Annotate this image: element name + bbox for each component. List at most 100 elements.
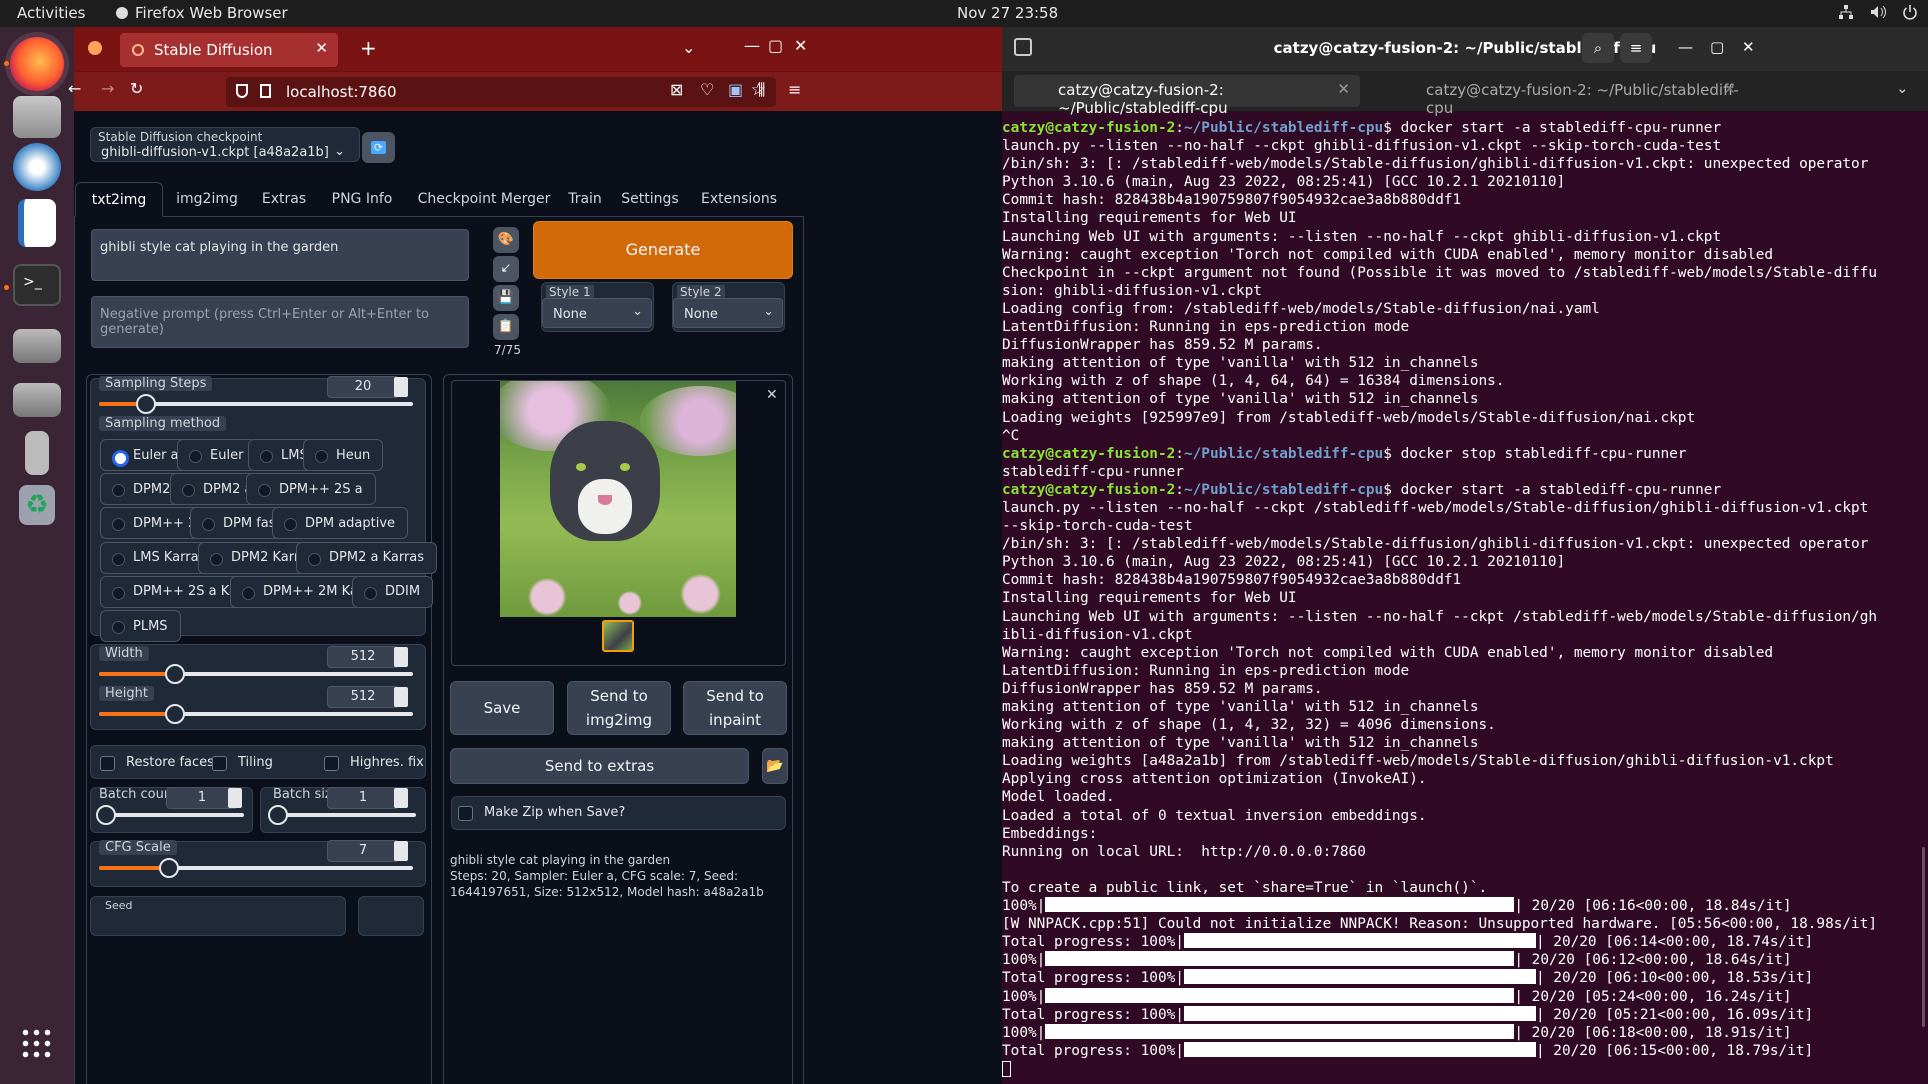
sampling-steps-spinner[interactable] <box>394 377 408 397</box>
cfg-slider[interactable] <box>99 858 413 878</box>
url-bar[interactable]: localhost:7860 ☆ <box>226 77 776 107</box>
maximize-button[interactable]: ▢ <box>1710 38 1724 56</box>
close-window-button[interactable]: ✕ <box>794 36 807 55</box>
height-input[interactable]: 512 <box>327 686 399 708</box>
sampling-steps-slider[interactable] <box>99 394 413 414</box>
save-style-button[interactable]: 💾 <box>493 285 519 311</box>
tabs-menu-chevron-icon[interactable]: ⌄ <box>1896 79 1909 97</box>
trash-icon[interactable]: ♻ <box>19 485 55 525</box>
writer-icon[interactable] <box>18 199 56 247</box>
sampler-radio-heun[interactable]: Heun <box>303 439 384 471</box>
extension-icon[interactable]: ⊠ <box>670 80 683 99</box>
apply-style-button[interactable]: 📋 <box>493 314 519 340</box>
style2-select[interactable]: None ⌄ <box>673 298 783 328</box>
hamburger-menu-icon[interactable]: ≡ <box>1620 33 1652 63</box>
sampler-radio-dpm-adaptive[interactable]: DPM adaptive <box>272 507 409 540</box>
forward-arrow-icon[interactable]: → <box>101 79 114 98</box>
close-window-button[interactable]: ✕ <box>1742 38 1755 56</box>
width-input[interactable]: 512 <box>327 646 399 668</box>
make-zip-checkbox[interactable]: Make Zip when Save? <box>454 805 625 821</box>
terminal-output[interactable]: catzy@catzy-fusion-2:~/Public/stablediff… <box>1002 111 1928 1084</box>
send-to-extras-button[interactable]: Send to extras <box>450 748 749 784</box>
bitwarden-icon[interactable]: ▣ <box>728 80 743 99</box>
tiling-checkbox[interactable]: Tiling <box>208 755 273 771</box>
slider-knob[interactable] <box>159 858 179 878</box>
files-icon[interactable] <box>13 96 61 138</box>
menu-icon[interactable]: ≡ <box>788 80 801 99</box>
reload-icon[interactable]: ↻ <box>130 79 143 98</box>
negative-prompt-textarea[interactable]: Negative prompt (press Ctrl+Enter or Alt… <box>91 296 469 348</box>
send-to-img2img-button[interactable]: Send to img2img <box>567 681 671 735</box>
tab-settings[interactable]: Settings <box>610 182 690 217</box>
close-tab-icon[interactable]: ✕ <box>1337 80 1350 98</box>
batch-size-input[interactable]: 1 <box>327 787 399 809</box>
prompt-textarea[interactable]: ghibli style cat playing in the garden <box>91 229 469 281</box>
apps-grid-icon[interactable] <box>20 1027 54 1061</box>
cfg-input[interactable]: 7 <box>327 840 399 862</box>
search-icon[interactable]: ⌕ <box>1582 33 1614 63</box>
library-icon[interactable]: ⫼ <box>758 80 765 100</box>
restore-faces-checkbox[interactable]: Restore faces <box>96 755 214 771</box>
slider-knob[interactable] <box>96 805 116 825</box>
send-to-inpaint-button[interactable]: Send to inpaint <box>683 681 787 735</box>
slider-knob[interactable] <box>165 664 185 684</box>
clock[interactable]: Nov 27 23:58 <box>957 4 1058 22</box>
back-arrow-icon[interactable]: ← <box>68 79 92 98</box>
drive-icon[interactable] <box>13 329 61 363</box>
cfg-spinner[interactable] <box>394 841 408 861</box>
highres-fix-checkbox[interactable]: Highres. fix <box>320 755 424 771</box>
krita-icon[interactable] <box>13 143 61 191</box>
save-button[interactable]: Save <box>450 681 554 735</box>
terminal-tab-1[interactable]: catzy@catzy-fusion-2: ~/Public/stabledif… <box>1014 75 1360 117</box>
tab-extensions[interactable]: Extensions <box>690 182 788 217</box>
batch-count-slider[interactable] <box>96 805 244 825</box>
generated-image[interactable] <box>500 381 736 617</box>
terminal-scrollbar[interactable] <box>1922 847 1925 1027</box>
slider-knob[interactable] <box>136 394 156 414</box>
minimize-button[interactable]: — <box>1678 38 1693 56</box>
width-spinner[interactable] <box>394 647 408 667</box>
clear-prompt-button[interactable]: ↙ <box>493 256 519 282</box>
terminal-tab-2[interactable]: catzy@catzy-fusion-2: ~/Public/stabledif… <box>1400 75 1746 117</box>
usb-icon[interactable] <box>25 431 49 475</box>
firefox-view-icon[interactable] <box>88 41 102 55</box>
generate-button[interactable]: Generate <box>533 221 793 279</box>
height-spinner[interactable] <box>394 687 408 707</box>
tab-txt2img[interactable]: txt2img <box>75 182 163 217</box>
minimize-button[interactable]: — <box>744 36 760 55</box>
tab-extras[interactable]: Extras <box>252 182 316 217</box>
tab-stable-diffusion[interactable]: Stable Diffusion ✕ <box>120 33 338 67</box>
maximize-button[interactable]: ▢ <box>768 36 783 55</box>
close-tab-icon[interactable]: ✕ <box>315 39 328 57</box>
batch-size-slider[interactable] <box>268 805 416 825</box>
gallery-thumbnail[interactable] <box>602 620 634 652</box>
slider-knob[interactable] <box>268 805 288 825</box>
close-icon[interactable]: ✕ <box>766 387 778 403</box>
open-folder-button[interactable]: 📂 <box>762 748 788 784</box>
sampler-radio-dpm2-a-karras[interactable]: DPM2 a Karras <box>296 541 438 574</box>
sampler-radio-euler[interactable]: Euler <box>177 439 257 471</box>
sampler-radio-plms[interactable]: PLMS <box>100 610 181 642</box>
slider-knob[interactable] <box>165 704 185 724</box>
tab-img2img[interactable]: img2img <box>162 182 252 217</box>
width-slider[interactable] <box>99 664 413 684</box>
tab-train[interactable]: Train <box>560 182 610 217</box>
tab-png-info[interactable]: PNG Info <box>316 182 408 217</box>
firefox-icon[interactable] <box>10 37 64 91</box>
height-slider[interactable] <box>99 704 413 724</box>
activities-button[interactable]: Activities <box>17 4 85 22</box>
style1-select[interactable]: None ⌄ <box>542 298 652 328</box>
sampler-radio-dpm-2s-a[interactable]: DPM++ 2S a <box>246 473 376 506</box>
system-tray[interactable] <box>1838 4 1918 20</box>
new-tab-button[interactable]: + <box>360 36 377 60</box>
batch-size-spinner[interactable] <box>394 788 408 808</box>
sampling-steps-input[interactable]: 20 <box>327 376 399 398</box>
close-tab-icon[interactable]: ✕ <box>1723 80 1736 98</box>
app-menu[interactable]: Firefox Web Browser <box>116 4 288 22</box>
pocket-icon[interactable]: ♡ <box>700 80 714 99</box>
batch-count-spinner[interactable] <box>228 788 242 808</box>
sampler-radio-ddim[interactable]: DDIM <box>352 575 434 608</box>
refresh-checkpoint-button[interactable]: ⟳ <box>362 132 395 163</box>
drive-icon[interactable] <box>13 383 61 417</box>
tab-checkpoint-merger[interactable]: Checkpoint Merger <box>408 182 560 217</box>
